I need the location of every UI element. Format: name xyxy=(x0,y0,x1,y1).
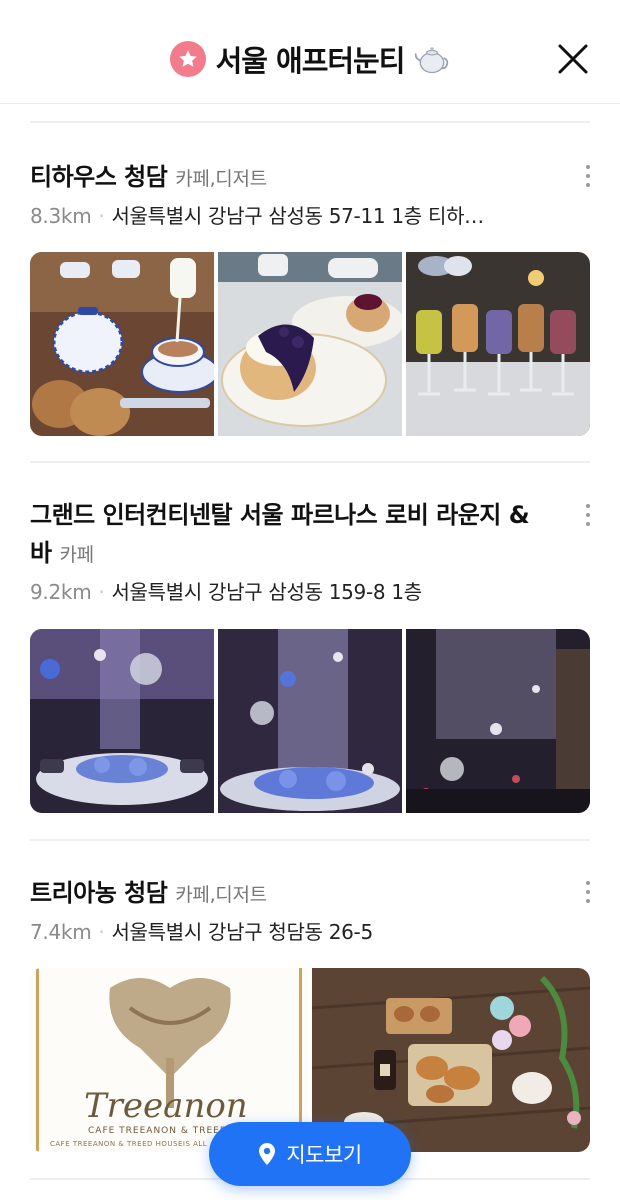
lobby-lounge-installation-photo[interactable] xyxy=(30,629,214,813)
logo-wordmark: Treeanon xyxy=(84,1086,248,1126)
place-title: 그랜드 인터컨티넨탈 서울 파르나스 로비 라운지 & 바 카페 xyxy=(30,496,590,574)
place-address: 서울특별시 강남구 삼성동 57-11 1층 티하… xyxy=(111,204,484,228)
map-view-label: 지도보기 xyxy=(286,1143,362,1167)
place-title: 티하우스 청담 카페,디저트 xyxy=(30,157,590,199)
logo-subtext: CAFE TREEANON & TREED xyxy=(88,1126,228,1136)
place-card[interactable]: 트리아농 청담 카페,디저트 7.4km · 서울특별시 강남구 청담동 26-5 … xyxy=(30,841,590,1152)
place-category: 카페 xyxy=(59,544,94,566)
close-icon[interactable] xyxy=(556,42,590,76)
logo-footer: CAFE TREEANON & TREED HOUSEIS ALL AB xyxy=(50,1140,221,1148)
more-options-icon[interactable] xyxy=(580,500,596,530)
place-name[interactable]: 티하우스 청담 xyxy=(30,163,168,191)
star-icon xyxy=(169,41,206,77)
place-distance: 9.2km xyxy=(30,580,92,604)
place-meta: 7.4km · 서울특별시 강남구 청담동 26-5 xyxy=(30,917,590,947)
more-options-icon[interactable] xyxy=(580,877,596,907)
place-card[interactable]: 그랜드 인터컨티넨탈 서울 파르나스 로비 라운지 & 바 카페 9.2km · 서… xyxy=(30,463,590,813)
place-list: 티하우스 청담 카페,디저트 8.3km · 서울특별시 강남구 삼성동 57-11… xyxy=(30,121,590,1180)
header: 서울 애프터눈티 xyxy=(0,0,620,104)
place-title: 트리아농 청담 카페,디저트 xyxy=(30,873,590,915)
map-view-button[interactable]: 지도보기 xyxy=(209,1122,411,1186)
place-meta: 8.3km · 서울특별시 강남구 삼성동 57-11 1층 티하… xyxy=(30,201,590,231)
place-card[interactable]: 티하우스 청담 카페,디저트 8.3km · 서울특별시 강남구 삼성동 57-11… xyxy=(30,123,590,436)
photo-strip xyxy=(30,252,590,436)
location-pin-icon xyxy=(259,1143,276,1165)
more-options-icon[interactable] xyxy=(580,161,596,191)
teapot-and-scones-photo[interactable] xyxy=(30,252,214,436)
lobby-hydrangea-display-photo[interactable] xyxy=(218,629,402,813)
place-address: 서울특별시 강남구 청담동 26-5 xyxy=(111,920,373,944)
place-name[interactable]: 그랜드 인터컨티넨탈 서울 파르나스 로비 라운지 & 바 xyxy=(30,501,530,567)
place-category: 카페,디저트 xyxy=(175,884,267,906)
place-distance: 8.3km xyxy=(30,204,92,228)
place-meta: 9.2km · 서울특별시 강남구 삼성동 159-8 1층 xyxy=(30,577,590,607)
meta-separator: · xyxy=(98,204,105,228)
header-title-group: 서울 애프터눈티 xyxy=(0,38,620,80)
place-category: 카페,디저트 xyxy=(175,168,267,190)
place-address: 서울특별시 강남구 삼성동 159-8 1층 xyxy=(111,580,422,604)
meta-separator: · xyxy=(98,920,105,944)
lobby-crystal-ceiling-photo[interactable] xyxy=(406,629,590,813)
photo-strip xyxy=(30,629,590,813)
colorful-tea-drinks-photo[interactable] xyxy=(406,252,590,436)
teapot-icon xyxy=(415,47,449,74)
place-distance: 7.4km xyxy=(30,920,92,944)
page-title: 서울 애프터눈티 xyxy=(215,44,406,78)
meta-separator: · xyxy=(98,580,105,604)
place-name[interactable]: 트리아농 청담 xyxy=(30,879,168,907)
scone-with-blueberry-jam-photo[interactable] xyxy=(218,252,402,436)
